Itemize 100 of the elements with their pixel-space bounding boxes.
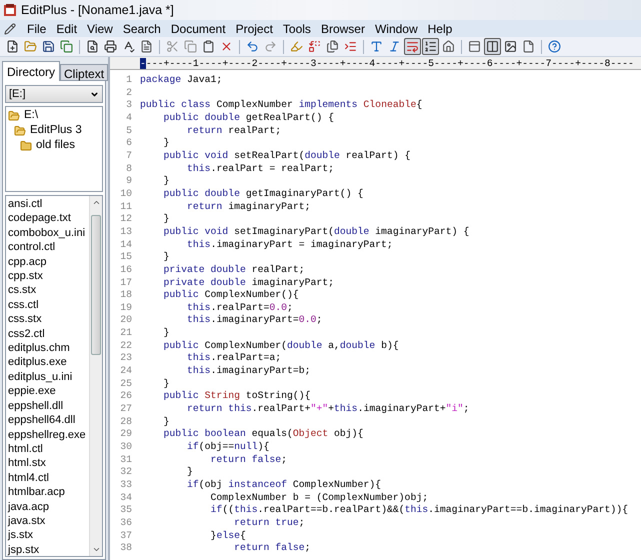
toolbar-button[interactable]	[422, 38, 439, 55]
line-number: 5	[125, 124, 132, 138]
file-name[interactable]: js.stx	[8, 528, 89, 543]
code-line: }	[186, 466, 193, 479]
line-number: 3	[125, 99, 132, 112]
toolbar-button[interactable]	[502, 38, 519, 55]
tree-item[interactable]: EditPlus 3	[30, 122, 82, 140]
file-name[interactable]: css.stx	[8, 312, 89, 327]
code-line: if((this.realPart==b.realPart)&&(this.imaginaryPart==b.imaginaryPart)){	[210, 504, 628, 517]
toolbar-button[interactable]	[404, 38, 421, 55]
sidebar-tab[interactable]: Cliptext	[60, 64, 108, 81]
code-line: if(obj==null){	[186, 441, 270, 454]
document-menu-icon[interactable]	[4, 22, 16, 34]
file-name[interactable]: editplus.exe	[8, 355, 89, 370]
code-line: return realPart;	[186, 124, 282, 138]
line-number: 12	[119, 213, 132, 226]
toolbar-button[interactable]	[306, 38, 323, 55]
menu-item[interactable]: Document	[166, 20, 231, 38]
file-name[interactable]: eppshell64.dll	[8, 413, 89, 428]
file-name[interactable]: cpp.acp	[8, 254, 89, 270]
code-line: }	[162, 213, 170, 226]
split-view-icon	[486, 40, 499, 53]
menu-item[interactable]: Tools	[278, 20, 316, 38]
code-line: this.imaginaryPart=0.0;	[186, 314, 322, 328]
scroll-up-icon[interactable]	[92, 198, 100, 207]
document-icon	[140, 40, 153, 53]
menu-item[interactable]: View	[82, 20, 118, 38]
scrollbar[interactable]	[89, 196, 102, 556]
menu-item[interactable]: Edit	[51, 20, 82, 38]
code-line: return true;	[233, 516, 305, 530]
file-name[interactable]: jsp.stx	[8, 542, 89, 556]
code-line: public ComplexNumber(){	[162, 289, 299, 302]
tree-item[interactable]: E:\	[24, 106, 38, 124]
line-number: 1	[125, 74, 132, 87]
code-line: }	[162, 137, 170, 150]
drive-dropdown[interactable]: [E:]	[5, 85, 103, 103]
undo-icon	[246, 40, 259, 53]
file-name[interactable]: eppshell.dll	[8, 398, 89, 414]
toolbar-button[interactable]	[440, 38, 457, 55]
line-number: 6	[125, 137, 132, 150]
file-name[interactable]: editplus_u.ini	[8, 370, 89, 384]
line-number: 19	[119, 302, 132, 314]
line-number: 30	[119, 441, 132, 454]
sidebar-tab[interactable]: Directory	[2, 61, 60, 81]
line-number: 15	[119, 251, 132, 264]
copy-icon	[184, 40, 197, 53]
code-line: }else{	[210, 530, 246, 542]
menu-item[interactable]: Browser	[316, 20, 370, 38]
redo-icon	[264, 40, 277, 53]
code-line: this.realPart = realPart;	[186, 162, 334, 176]
file-name[interactable]: css2.ctl	[8, 326, 89, 342]
file-name[interactable]: eppshellreg.exe	[8, 428, 89, 442]
new-file-icon	[6, 40, 19, 53]
line-number: 32	[119, 466, 132, 479]
code-line: public double getRealPart() {	[162, 112, 334, 125]
file-name[interactable]: eppie.exe	[8, 384, 89, 399]
file-name[interactable]: html.stx	[8, 456, 89, 471]
scroll-thumb[interactable]	[91, 215, 101, 355]
toolbar-button[interactable]	[466, 38, 483, 55]
file-name[interactable]: control.ctl	[8, 240, 89, 255]
file-name[interactable]: htmlbar.acp	[8, 485, 89, 500]
toolbar-button[interactable]	[546, 38, 563, 55]
line-number: 23	[119, 352, 132, 366]
tree-item[interactable]: old files	[36, 136, 75, 154]
code-line: return false;	[210, 454, 287, 466]
file-name[interactable]: combobox_u.ini	[8, 226, 89, 240]
scroll-down-icon[interactable]	[92, 545, 100, 554]
window-title: EditPlus - [Noname1.java *]	[21, 2, 174, 19]
file-name[interactable]: cpp.stx	[8, 269, 89, 284]
line-number: 10	[119, 188, 132, 201]
file-name[interactable]: java.acp	[8, 500, 89, 514]
toolbar-button[interactable]	[484, 38, 501, 55]
code-line: if(obj instanceof ComplexNumber){	[186, 479, 382, 492]
indent-icon	[344, 40, 357, 53]
toolbar-button[interactable]	[324, 38, 341, 55]
toolbar-button[interactable]	[102, 38, 119, 55]
file-name[interactable]: css.ctl	[8, 298, 89, 312]
line-number: 26	[119, 390, 132, 404]
toolbar-button[interactable]	[40, 38, 57, 55]
menu-item[interactable]: Search	[118, 20, 166, 38]
line-number: 18	[119, 289, 132, 302]
line-number: 33	[119, 479, 132, 492]
file-name[interactable]: html4.ctl	[8, 470, 89, 486]
file-name[interactable]: editplus.chm	[8, 341, 89, 356]
file-name[interactable]: codepage.txt	[8, 211, 89, 226]
menu-item[interactable]: Help	[422, 20, 458, 38]
menu-item[interactable]: Window	[370, 20, 423, 38]
line-number: 25	[119, 378, 132, 390]
file-name[interactable]: html.ctl	[8, 442, 89, 456]
file-name[interactable]: java.stx	[8, 514, 89, 528]
file-name[interactable]: ansi.ctl	[8, 197, 89, 212]
line-number: 37	[119, 530, 132, 542]
line-number: 21	[119, 327, 132, 340]
help-icon	[548, 40, 561, 53]
dropdown-caret-icon	[90, 90, 99, 98]
menu-item[interactable]: Project	[230, 20, 278, 38]
file-icon	[522, 40, 535, 53]
menu-item[interactable]: File	[22, 20, 52, 38]
code-line: public class ComplexNumber implements Cloneable{	[140, 99, 422, 112]
file-name[interactable]: cs.stx	[8, 283, 89, 298]
